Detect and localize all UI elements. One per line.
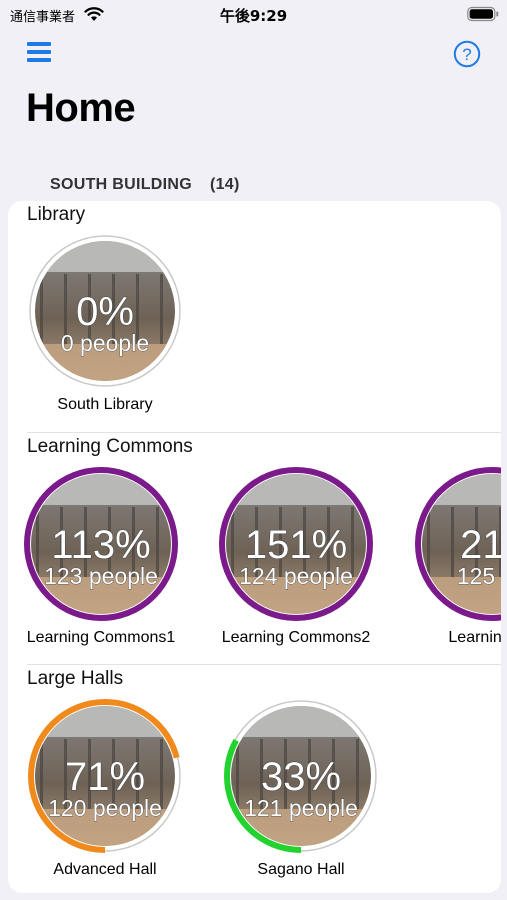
occupancy-percent: 71%: [65, 755, 145, 799]
people-count: 120 people: [48, 795, 162, 821]
divider: [27, 664, 501, 665]
facility-tile[interactable]: 211125 pe Learning Co: [395, 467, 501, 657]
divider: [27, 432, 501, 433]
facility-tile[interactable]: 113% 123 people Learning Commons1: [8, 467, 194, 657]
facility-name: Sagano Hall: [257, 861, 345, 878]
occupancy-ring: 151%124 people: [219, 467, 373, 621]
facility-name: Learning Commons1: [26, 629, 176, 646]
occupancy-ring: 0%0 people: [29, 235, 181, 387]
page-title: Home: [26, 86, 136, 130]
facility-tile[interactable]: 0% 0 people South Library: [8, 234, 198, 424]
facility-card: Library 0% 0 people South Library Learnin…: [8, 201, 501, 893]
occupancy-ring: 113%123 people: [24, 467, 178, 621]
occupancy-percent: 33%: [261, 755, 341, 799]
occupancy-ring: 71%120 people: [28, 699, 182, 853]
facility-tile[interactable]: 33% 121 people Sagano Hall: [204, 699, 394, 889]
section-name: SOUTH BUILDING: [50, 176, 192, 193]
facility-name: Learning Commons2: [221, 629, 371, 646]
occupancy-percent: 113%: [51, 523, 150, 567]
status-time: 午後9:29: [219, 7, 288, 25]
svg-text:?: ?: [462, 45, 471, 64]
battery-icon: [467, 6, 499, 22]
facility-tile[interactable]: 71% 120 people Advanced Hall: [8, 699, 198, 889]
hamburger-menu-icon[interactable]: [26, 40, 52, 64]
occupancy-percent: 211: [460, 523, 501, 567]
occupancy-ring: 211125 pe: [415, 467, 501, 621]
occupancy-ring: 33%121 people: [224, 699, 378, 853]
section-header: SOUTH BUILDING (14): [50, 176, 258, 194]
occupancy-percent: 0%: [76, 290, 134, 334]
people-count: 0 people: [61, 330, 149, 356]
facility-tile[interactable]: 151% 124 people Learning Commons2: [199, 467, 389, 657]
people-count: 121 people: [244, 795, 358, 821]
facility-name: Learning Co: [448, 629, 501, 646]
people-count: 124 people: [239, 563, 353, 589]
group-title: Library: [27, 204, 86, 225]
people-count: 123 people: [44, 563, 158, 589]
status-bar: 通信事業者 午後9:29: [0, 0, 507, 30]
group-title: Large Halls: [27, 668, 124, 689]
help-question-icon[interactable]: ?: [453, 40, 481, 68]
people-count: 125 pe: [457, 563, 501, 589]
group-title: Learning Commons: [27, 436, 193, 457]
occupancy-percent: 151%: [245, 523, 347, 567]
facility-name: Advanced Hall: [53, 861, 157, 878]
section-count: (14): [209, 176, 240, 193]
facility-name: South Library: [57, 396, 153, 413]
